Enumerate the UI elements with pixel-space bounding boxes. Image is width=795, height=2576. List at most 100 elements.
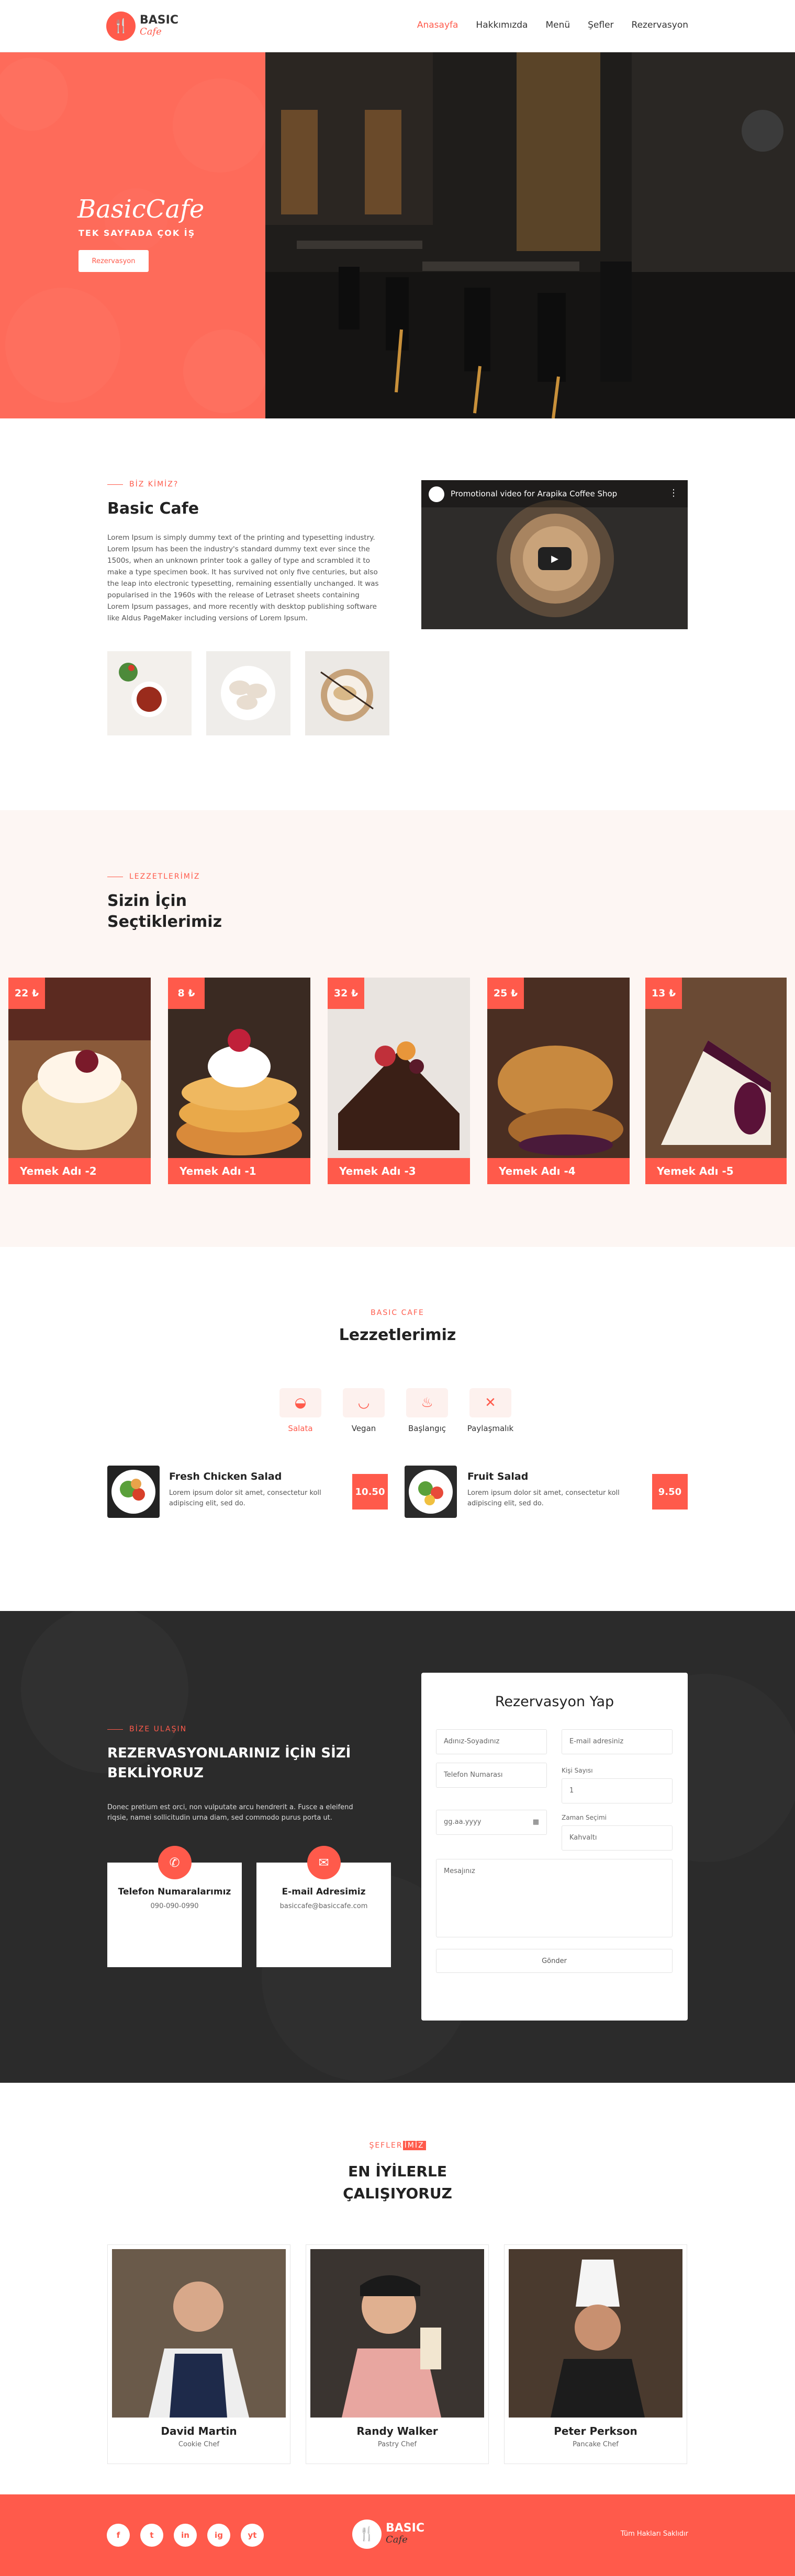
time-label: Zaman Seçimi	[562, 1814, 607, 1821]
price-tag: 22 ₺	[8, 978, 45, 1009]
more-options-icon[interactable]: ⋮	[669, 487, 678, 498]
price-tag: 13 ₺	[645, 978, 682, 1009]
tab-label: Vegan	[351, 1424, 376, 1433]
youtube-icon[interactable]: yt	[241, 2524, 264, 2547]
people-count-input[interactable]: 1	[562, 1778, 673, 1803]
tab-label: Salata	[288, 1424, 313, 1433]
email-input[interactable]: E-mail adresiniz	[562, 1729, 673, 1754]
dish-thumbnail-dumplings	[206, 651, 290, 735]
dish-card[interactable]: 8 ₺ Yemek Adı -1	[168, 978, 310, 1184]
chef-role: Cookie Chef	[178, 2441, 220, 2448]
email-title: E-mail Adresimiz	[282, 1887, 366, 1897]
chefs-title-line1: EN İYİLERLE	[348, 2163, 447, 2180]
about-text: Lorem Ipsum is simply dummy text of the …	[107, 534, 379, 622]
dish-card[interactable]: 22 ₺ Yemek Adı -2	[8, 978, 151, 1184]
phone-icon: ✆	[158, 1846, 192, 1879]
email-card: ✉ E-mail Adresimiz basiccafe@basiccafe.c…	[256, 1846, 391, 1967]
picks-title-line2: Seçtiklerimiz	[107, 913, 222, 931]
message-textarea[interactable]: Mesajınız	[436, 1859, 673, 1937]
menu-item-anasayfa[interactable]: Anasayfa	[417, 20, 458, 30]
contact-title-line1: REZERVASYONLARINIZ İÇİN SİZİ	[107, 1745, 351, 1761]
chef-card[interactable]: Randy Walker Pastry Chef	[306, 2244, 489, 2464]
tab-label: Paylaşmalık	[467, 1424, 514, 1433]
top-navbar: 🍴 BASIC Cafe Anasayfa Hakkımızda Menü Şe…	[0, 0, 795, 52]
chef-role: Pastry Chef	[377, 2441, 417, 2448]
dish-image	[405, 1466, 457, 1518]
dish-image	[107, 1466, 160, 1518]
restaurant-photo	[265, 52, 795, 418]
reservation-form: Rezervasyon Yap Adınız-Soyadınız E-mail …	[421, 1673, 688, 2021]
dish-card[interactable]: 32 ₺ Yemek Adı -3	[328, 978, 470, 1184]
chef-name: Peter Perkson	[554, 2425, 637, 2437]
phone-number[interactable]: 090-090-0990	[107, 1902, 242, 1910]
date-input[interactable]: gg.aa.yyyy ▦	[436, 1810, 547, 1835]
phone-input[interactable]: Telefon Numarası	[436, 1763, 547, 1788]
dish-name: Yemek Adı -2	[8, 1158, 151, 1184]
tab-baslangic[interactable]: ♨ Başlangıç	[404, 1388, 451, 1433]
phone-title: Telefon Numaralarımız	[118, 1887, 231, 1897]
about-title: Basic Cafe	[107, 500, 199, 518]
contact-eyebrow: BİZE ULAŞIN	[107, 1725, 187, 1733]
tab-salata[interactable]: ◒ Salata	[277, 1388, 324, 1433]
dish-price: 10.50	[352, 1474, 388, 1510]
tab-label: Başlangıç	[408, 1424, 446, 1433]
menu-item-hakkimizda[interactable]: Hakkımızda	[476, 20, 528, 30]
chef-role: Pancake Chef	[573, 2441, 619, 2448]
dish-description: Lorem ipsum dolor sit amet, consectetur …	[467, 1489, 620, 1507]
dish-name: Fresh Chicken Salad	[169, 1471, 282, 1482]
hero-title: BasicCafe	[77, 195, 205, 224]
time-select[interactable]: Kahvaltı	[562, 1825, 673, 1851]
linkedin-icon[interactable]: in	[174, 2524, 197, 2547]
channel-avatar[interactable]	[429, 486, 444, 502]
cutlery-icon: ✕	[469, 1388, 511, 1417]
play-icon[interactable]: ▶	[538, 547, 572, 570]
dish-card[interactable]: 25 ₺ Yemek Adı -4	[487, 978, 630, 1184]
menu-item-menu[interactable]: Menü	[545, 20, 570, 30]
picks-title-line1: Sizin İçin	[107, 892, 187, 910]
picks-eyebrow: LEZZETLERİMİZ	[107, 872, 200, 881]
promo-video[interactable]: Promotional video for Arapika Coffee Sho…	[421, 480, 688, 629]
footer: f t in ig yt 🍴 BASIC Cafe Tüm Hakları Sa…	[0, 2494, 795, 2576]
chef-name: David Martin	[161, 2425, 237, 2437]
dish-card[interactable]: 13 ₺ Yemek Adı -5	[645, 978, 787, 1184]
submit-button[interactable]: Gönder	[436, 1949, 673, 1973]
menu-item-rezervasyon[interactable]: Rezervasyon	[632, 20, 688, 30]
tab-paylasmalik[interactable]: ✕ Paylaşmalık	[467, 1388, 514, 1433]
dish-name: Yemek Adı -1	[168, 1158, 310, 1184]
chefs-title-line2: ÇALIŞIYORUZ	[343, 2185, 452, 2202]
facebook-icon[interactable]: f	[107, 2524, 130, 2547]
reservation-button[interactable]: Rezervasyon	[79, 250, 149, 272]
instagram-icon[interactable]: ig	[207, 2524, 230, 2547]
email-address[interactable]: basiccafe@basiccafe.com	[256, 1902, 391, 1910]
dish-name: Yemek Adı -3	[328, 1158, 470, 1184]
logo-subtext: Cafe	[140, 26, 162, 37]
video-title[interactable]: Promotional video for Arapika Coffee Sho…	[451, 489, 617, 498]
price-tag: 32 ₺	[328, 978, 364, 1009]
dish-name: Fruit Salad	[467, 1471, 529, 1482]
people-label: Kişi Sayısı	[562, 1767, 593, 1774]
about-eyebrow: BİZ KİMİZ?	[107, 480, 178, 489]
footer-logo[interactable]: 🍴 BASIC Cafe	[352, 2520, 424, 2549]
name-input[interactable]: Adınız-Soyadınız	[436, 1729, 547, 1754]
contact-title-line2: BEKLİYORUZ	[107, 1765, 204, 1781]
dish-description: Lorem ipsum dolor sit amet, consectetur …	[169, 1489, 321, 1507]
cutlery-icon: 🍴	[106, 12, 136, 41]
price-tag: 8 ₺	[168, 978, 205, 1009]
tab-vegan[interactable]: ◡ Vegan	[340, 1388, 387, 1433]
chef-card[interactable]: Peter Perkson Pancake Chef	[504, 2244, 687, 2464]
menu-title: Lezzetlerimiz	[339, 1326, 456, 1344]
chef-card[interactable]: David Martin Cookie Chef	[107, 2244, 290, 2464]
dish-name: Yemek Adı -5	[645, 1158, 787, 1184]
footer-logo-text: BASIC	[386, 2522, 424, 2535]
dish-price: 9.50	[652, 1474, 688, 1510]
phone-card: ✆ Telefon Numaralarımız 090-090-0990	[107, 1846, 242, 1967]
calendar-icon[interactable]: ▦	[533, 1818, 539, 1826]
email-icon: ✉	[307, 1846, 341, 1879]
menu-item-sefler[interactable]: Şefler	[588, 20, 613, 30]
twitter-icon[interactable]: t	[140, 2524, 163, 2547]
site-logo[interactable]: 🍴 BASIC Cafe	[106, 12, 178, 41]
contact-text: Donec pretium est orci, non vulputate ar…	[107, 1803, 353, 1822]
chef-name: Randy Walker	[356, 2425, 438, 2437]
main-menu: Anasayfa Hakkımızda Menü Şefler Rezervas…	[417, 20, 688, 30]
copyright-text: Tüm Hakları Saklıdır	[620, 2530, 688, 2538]
